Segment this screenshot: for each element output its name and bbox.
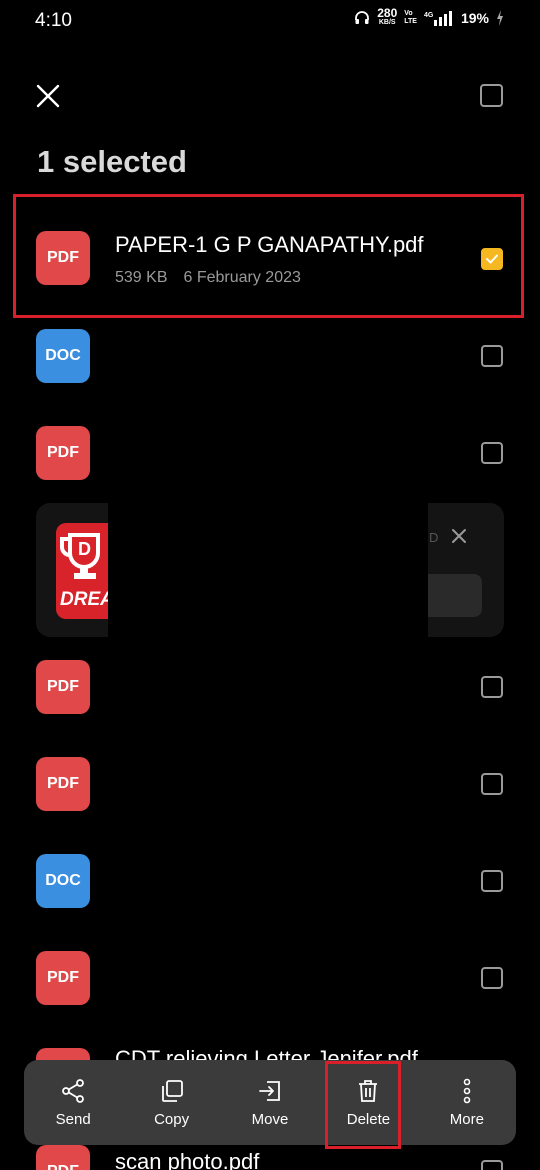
send-label: Send <box>55 1111 91 1128</box>
selected-file-highlight <box>13 194 524 318</box>
charging-icon <box>497 10 503 26</box>
file-checkbox[interactable] <box>481 1160 503 1170</box>
file-checkbox[interactable] <box>481 676 503 698</box>
move-icon <box>259 1081 280 1101</box>
ad-logo-text: DREA <box>60 589 108 610</box>
file-checkbox[interactable] <box>481 967 503 989</box>
pdf-file-icon: PDF <box>36 757 90 811</box>
select-all-checkbox[interactable] <box>480 84 503 107</box>
ad-close-icon[interactable] <box>450 527 468 545</box>
pdf-file-icon: PDF <box>36 426 90 480</box>
headphones-icon <box>355 11 370 24</box>
copy-icon <box>161 1080 183 1102</box>
pdf-file-icon: PDF <box>36 1145 90 1170</box>
file-checkbox[interactable] <box>481 870 503 892</box>
status-bar: 4:10 280 KB/S Vo LTE 4G 19% <box>0 0 540 44</box>
move-label: Move <box>251 1111 289 1128</box>
status-icons: 280 KB/S Vo LTE 4G 19% <box>354 6 504 27</box>
file-checkbox[interactable] <box>481 345 503 367</box>
signal-icon: 4G <box>424 11 452 26</box>
pdf-file-icon: PDF <box>36 951 90 1005</box>
move-button[interactable]: Move <box>221 1060 319 1145</box>
close-icon[interactable] <box>32 80 64 112</box>
ad-banner[interactable]: D DREA D <box>36 503 504 637</box>
copy-button[interactable]: Copy <box>122 1060 220 1145</box>
battery-level: 19% <box>460 10 489 26</box>
more-button[interactable]: More <box>418 1060 516 1145</box>
delete-button-highlight <box>325 1061 401 1149</box>
svg-text:4G: 4G <box>424 12 434 19</box>
more-label: More <box>449 1111 484 1128</box>
pdf-file-icon: PDF <box>36 660 90 714</box>
svg-text:D: D <box>78 539 91 559</box>
file-checkbox[interactable] <box>481 442 503 464</box>
net-speed: 280 KB/S <box>377 6 398 26</box>
copy-label: Copy <box>154 1111 190 1128</box>
page-title: 1 selected <box>37 144 187 179</box>
status-time: 4:10 <box>35 10 72 31</box>
file-checkbox[interactable] <box>481 773 503 795</box>
ad-content <box>108 503 428 637</box>
ad-text: D <box>429 530 439 545</box>
ad-cta-button[interactable] <box>428 574 482 617</box>
bottom-action-bar: Send Copy Move Delete More <box>24 1060 516 1145</box>
more-vertical-icon <box>463 1078 471 1104</box>
share-icon <box>62 1079 85 1103</box>
trophy-icon: D <box>60 533 100 579</box>
send-button[interactable]: Send <box>24 1060 122 1145</box>
doc-file-icon: DOC <box>36 854 90 908</box>
volte-badge: Vo LTE <box>404 10 417 25</box>
ad-logo: D DREA <box>56 523 108 619</box>
doc-file-icon: DOC <box>36 329 90 383</box>
file-name[interactable]: scan photo.pdf <box>115 1149 259 1170</box>
